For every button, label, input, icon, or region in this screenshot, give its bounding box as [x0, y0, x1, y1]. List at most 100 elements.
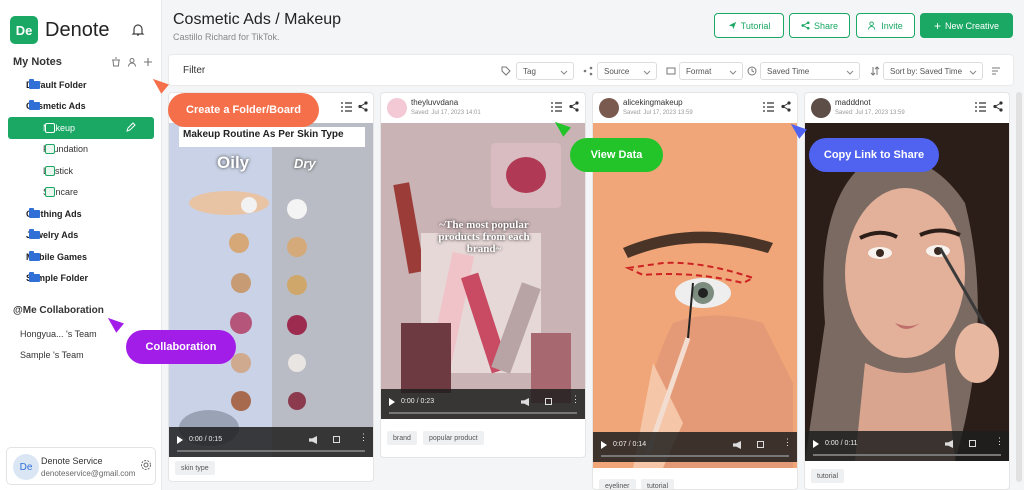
- sidebar-item-cosmetic-ads[interactable]: Cosmetic Ads: [8, 96, 154, 118]
- more-icon[interactable]: ⋮: [359, 433, 368, 442]
- share-icon[interactable]: [569, 101, 579, 112]
- sort-icon: [870, 66, 880, 76]
- volume-icon[interactable]: [733, 441, 741, 449]
- list-icon[interactable]: [763, 102, 774, 112]
- avatar: [599, 98, 619, 118]
- card-tag[interactable]: skin type: [175, 461, 215, 475]
- sidebar-item-skincare[interactable]: Skincare: [8, 182, 154, 204]
- brand-name: Denote: [45, 18, 110, 41]
- edit-icon[interactable]: [126, 122, 136, 132]
- creative-card[interactable]: Makeup Routine As Per Skin Type Oily Dry…: [168, 92, 374, 482]
- fullscreen-icon[interactable]: [545, 398, 552, 405]
- card-header: madddnot Saved: Jul 17, 2023 13:59: [805, 93, 1009, 123]
- volume-icon[interactable]: [945, 440, 953, 448]
- card-tag[interactable]: eyeliner: [599, 479, 636, 489]
- video-controls[interactable]: 0:00 / 0:11 ⋮: [805, 431, 1009, 461]
- gear-icon[interactable]: [140, 459, 152, 471]
- collab-team-item[interactable]: Hongyua... 's Team: [20, 329, 97, 339]
- sidebar-item-clothing-ads[interactable]: Clothing Ads: [8, 203, 154, 225]
- fullscreen-icon[interactable]: [969, 440, 976, 447]
- sort-select[interactable]: Sort by: Saved Time: [883, 62, 983, 80]
- video-caption: ~The most popular products from each bra…: [438, 219, 530, 255]
- video-thumbnail[interactable]: 0:07 / 0:14 ⋮: [593, 123, 797, 468]
- source-select[interactable]: Source: [597, 62, 657, 80]
- card-tag[interactable]: brand: [387, 431, 417, 445]
- video-time: 0:00 / 0:15: [189, 436, 223, 443]
- list-icon[interactable]: [551, 102, 562, 112]
- sidebar-item-mobile-games[interactable]: Mobile Games: [8, 246, 154, 268]
- video-controls[interactable]: 0:00 / 0:15 ⋮: [169, 427, 373, 457]
- share-icon[interactable]: [781, 101, 791, 112]
- saved-time-select[interactable]: Saved Time: [760, 62, 860, 80]
- page-title: Cosmetic Ads / Makeup: [173, 11, 342, 28]
- user-card[interactable]: De Denote Service denoteservice@gmail.co…: [6, 447, 156, 485]
- sort-select-value: Sort by: Saved Time: [890, 66, 963, 76]
- source-icon: [583, 66, 593, 76]
- sort-order-icon[interactable]: [991, 66, 1001, 76]
- card-tag[interactable]: tutorial: [811, 469, 845, 483]
- user-icon[interactable]: [127, 57, 137, 67]
- video-time: 0:00 / 0:23: [401, 398, 435, 405]
- play-icon[interactable]: [389, 398, 395, 406]
- video-progress[interactable]: [389, 412, 577, 414]
- sidebar-item-foundation[interactable]: Foundation: [8, 139, 154, 161]
- video-progress[interactable]: [601, 455, 789, 457]
- notes-tree: Default Folder Cosmetic Ads Makeup Found…: [8, 74, 154, 289]
- filter-label: Filter: [183, 65, 206, 76]
- fullscreen-icon[interactable]: [333, 436, 340, 443]
- video-controls[interactable]: 0:00 / 0:23 ⋮: [381, 389, 585, 419]
- chevron-down-icon: [729, 70, 737, 75]
- share-icon: [801, 21, 810, 30]
- clock-icon: [747, 66, 757, 76]
- format-select[interactable]: Format: [679, 62, 743, 80]
- oily-label: Oily: [217, 153, 250, 172]
- sidebar-item-default-folder[interactable]: Default Folder: [8, 74, 154, 96]
- volume-icon[interactable]: [521, 398, 529, 406]
- video-thumbnail[interactable]: 0:00 / 0:11 ⋮: [805, 123, 1009, 461]
- sidebar-item-sample-folder[interactable]: Sample Folder: [8, 268, 154, 290]
- add-icon[interactable]: [143, 57, 153, 67]
- brand[interactable]: De Denote: [10, 16, 110, 44]
- tag-select[interactable]: Tag: [516, 62, 574, 80]
- list-icon[interactable]: [975, 102, 986, 112]
- invite-button[interactable]: Invite: [856, 13, 915, 38]
- video-thumbnail[interactable]: ~The most popular products from each bra…: [381, 123, 585, 419]
- volume-icon[interactable]: [309, 436, 317, 444]
- sidebar-item-jewelry-ads[interactable]: Jewelry Ads: [8, 225, 154, 247]
- fullscreen-icon[interactable]: [757, 441, 764, 448]
- tutorial-label: Tutorial: [740, 20, 771, 31]
- video-thumbnail[interactable]: Makeup Routine As Per Skin Type Oily Dry…: [169, 123, 373, 457]
- new-creative-button[interactable]: + New Creative: [920, 13, 1013, 38]
- card-tag[interactable]: tutorial: [641, 479, 675, 489]
- play-icon[interactable]: [601, 441, 607, 449]
- video-progress[interactable]: [177, 450, 365, 452]
- eyeliner-tutorial-image: [593, 123, 797, 468]
- sidebar-item-lipstick[interactable]: Lipstick: [8, 160, 154, 182]
- share-icon[interactable]: [358, 101, 368, 112]
- collab-team-item[interactable]: Sample 's Team: [20, 350, 84, 360]
- more-icon[interactable]: ⋮: [783, 438, 792, 447]
- user-name: Denote Service: [41, 456, 103, 466]
- scrollbar[interactable]: [1016, 92, 1022, 482]
- card-tag[interactable]: popular product: [423, 431, 484, 445]
- list-icon[interactable]: [341, 102, 352, 112]
- play-icon[interactable]: [177, 436, 183, 444]
- new-creative-label: New Creative: [944, 20, 1000, 31]
- bell-icon[interactable]: [131, 23, 145, 37]
- eyeliner-portrait-image: [805, 123, 1009, 461]
- video-controls[interactable]: 0:07 / 0:14 ⋮: [593, 432, 797, 462]
- play-icon[interactable]: [813, 440, 819, 448]
- video-progress[interactable]: [813, 454, 1001, 456]
- tutorial-button[interactable]: Tutorial: [714, 13, 784, 38]
- sidebar-item-makeup[interactable]: Makeup: [8, 117, 154, 139]
- callout-view-data: View Data: [570, 138, 663, 172]
- creative-card[interactable]: theyluvvdana Saved: Jul 17, 2023 14:01 ~…: [380, 92, 586, 458]
- share-icon[interactable]: [993, 101, 1003, 112]
- more-icon[interactable]: ⋮: [995, 437, 1004, 446]
- more-icon[interactable]: ⋮: [571, 395, 580, 404]
- share-button[interactable]: Share: [789, 13, 850, 38]
- trash-icon[interactable]: [111, 57, 121, 67]
- saved-time-value: Saved Time: [767, 66, 810, 76]
- card-header: theyluvvdana Saved: Jul 17, 2023 14:01: [381, 93, 585, 123]
- makeup-comparison-image: [169, 123, 373, 457]
